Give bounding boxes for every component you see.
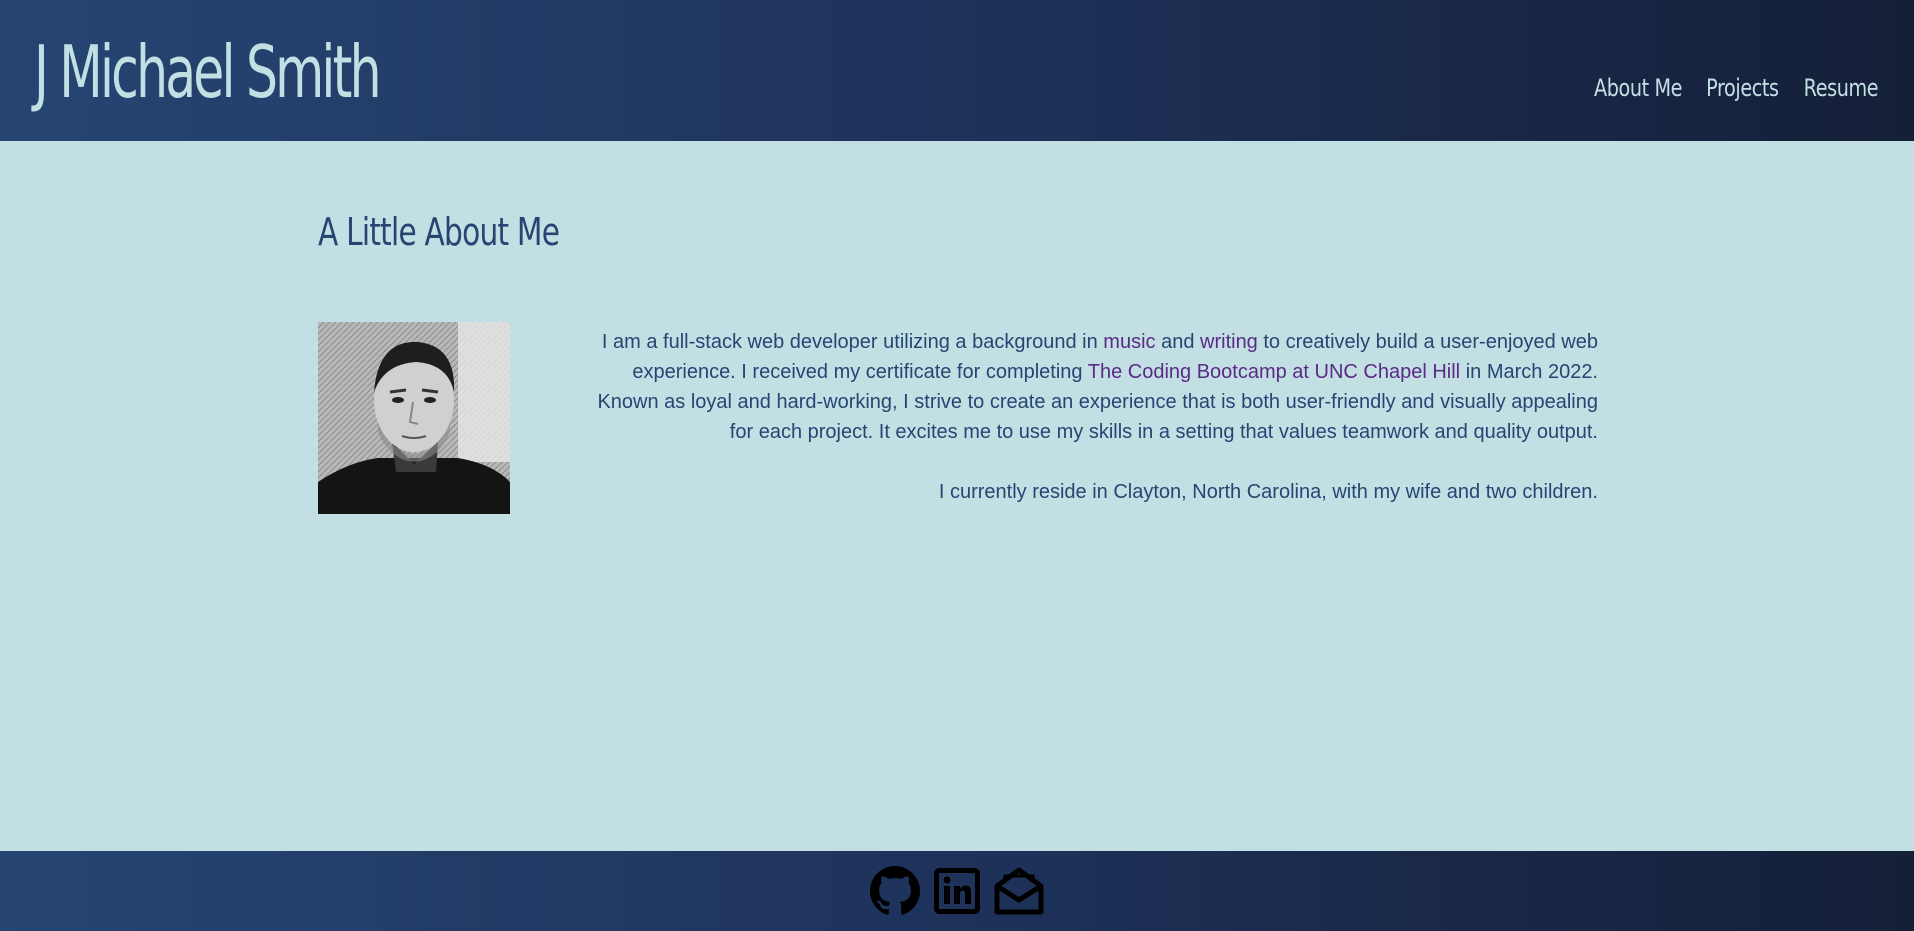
profile-photo (318, 322, 510, 514)
email-icon (994, 867, 1044, 915)
section-title: A Little About Me (318, 210, 560, 254)
bio-text: I am a full-stack web developer utilizin… (580, 327, 1598, 537)
main-nav: About Me Projects Resume (1586, 74, 1878, 102)
github-icon (870, 866, 920, 915)
email-link[interactable] (993, 865, 1045, 917)
nav-projects[interactable]: Projects (1706, 74, 1779, 102)
site-footer (0, 851, 1914, 931)
nav-resume[interactable]: Resume (1803, 74, 1878, 102)
bio-paragraph-2: I currently reside in Clayton, North Car… (938, 481, 1598, 503)
nav-about-me[interactable]: About Me (1594, 74, 1682, 102)
portrait-image (318, 322, 510, 514)
linkedin-icon (934, 868, 980, 914)
music-link[interactable]: music (1103, 331, 1155, 353)
linkedin-link[interactable] (931, 865, 983, 917)
bio-paragraph-1: I am a full-stack web developer utilizin… (580, 327, 1598, 447)
github-link[interactable] (869, 865, 921, 917)
site-header: J Michael Smith About Me Projects Resume (0, 0, 1914, 141)
writing-link[interactable]: writing (1200, 331, 1258, 353)
page: J Michael Smith About Me Projects Resume… (0, 0, 1914, 931)
bootcamp-link[interactable]: The Coding Bootcamp at UNC Chapel Hill (1088, 361, 1460, 383)
site-title: J Michael Smith (34, 30, 382, 114)
bio-text-1: I am a full-stack web developer utilizin… (601, 331, 1104, 353)
main-content: A Little About Me I am a full-stack web … (0, 141, 1914, 851)
bio-text-2: and (1155, 331, 1201, 353)
